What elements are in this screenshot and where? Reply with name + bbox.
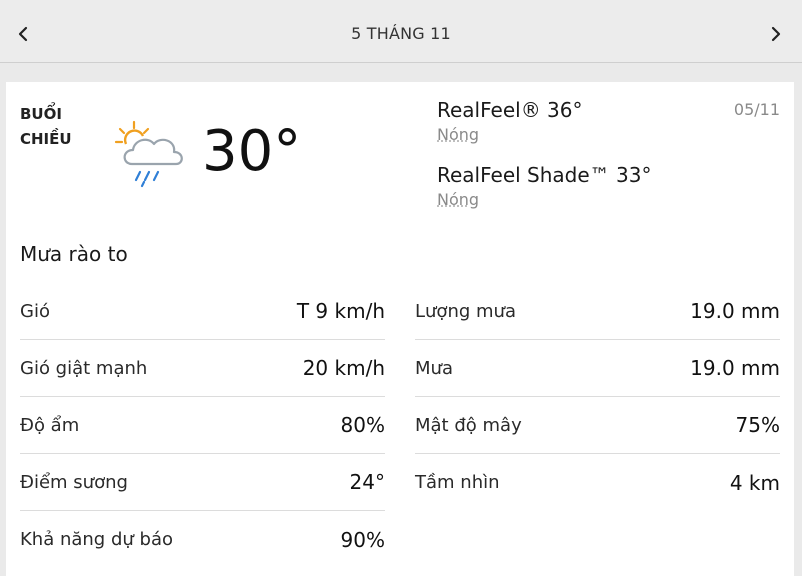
detail-label: Mật độ mây — [415, 414, 522, 436]
date-title: 5 THÁNG 11 — [351, 24, 451, 43]
detail-row-cloud-cover: Mật độ mây 75% — [415, 397, 780, 454]
details-right-column: Lượng mưa 19.0 mm Mưa 19.0 mm Mật độ mây… — [415, 283, 780, 511]
next-day-button[interactable] — [764, 22, 788, 46]
detail-row-forecast-probability: Khả năng dự báo 90% — [20, 511, 385, 568]
realfeel-shade-block: RealFeel Shade™ 33° Nóng — [437, 161, 651, 211]
detail-label: Độ ẩm — [20, 414, 80, 436]
realfeel-shade-value: RealFeel Shade™ 33° — [437, 163, 652, 187]
detail-value: 90% — [340, 527, 385, 552]
details-left-column: Gió T 9 km/h Gió giật mạnh 20 km/h Độ ẩm… — [20, 283, 385, 568]
detail-label: Khả năng dự báo — [20, 529, 173, 550]
detail-label: Gió — [20, 300, 50, 322]
detail-row-dew-point: Điểm sương 24° — [20, 454, 385, 511]
detail-row-precipitation: Lượng mưa 19.0 mm — [415, 283, 780, 340]
short-date: 05/11 — [733, 100, 780, 119]
detail-label: Mưa — [415, 357, 453, 379]
detail-value: T 9 km/h — [296, 299, 385, 323]
current-temperature: 30° — [202, 119, 302, 184]
detail-row-rain: Mưa 19.0 mm — [415, 340, 780, 397]
detail-value: 4 km — [729, 470, 780, 495]
realfeel-shade-description[interactable]: Nóng — [437, 189, 651, 211]
chevron-right-icon — [771, 26, 781, 42]
period-label: BUỔI CHIỀU — [20, 105, 72, 148]
detail-value: 19.0 mm — [690, 299, 780, 323]
detail-row-wind: Gió T 9 km/h — [20, 283, 385, 340]
detail-value: 75% — [735, 413, 780, 437]
detail-row-visibility: Tầm nhìn 4 km — [415, 454, 780, 511]
date-navigation-bar: 5 THÁNG 11 — [0, 0, 802, 63]
detail-label: Điểm sương — [20, 471, 128, 493]
forecast-card: BUỔI CHIỀU 30° RealFeel® 36° Nóng RealFe… — [6, 82, 794, 576]
realfeel-description[interactable]: Nóng — [437, 124, 583, 146]
detail-label: Tầm nhìn — [415, 472, 500, 493]
detail-value: 19.0 mm — [690, 356, 780, 380]
detail-row-wind-gust: Gió giật mạnh 20 km/h — [20, 340, 385, 397]
partly-sunny-rain-icon — [114, 120, 190, 196]
weather-condition: Mưa rào to — [20, 242, 128, 266]
detail-value: 80% — [340, 413, 385, 437]
detail-value: 20 km/h — [302, 356, 385, 380]
detail-row-humidity: Độ ẩm 80% — [20, 397, 385, 454]
realfeel-block: RealFeel® 36° Nóng — [437, 96, 583, 146]
detail-value: 24° — [349, 470, 385, 494]
realfeel-value: RealFeel® 36° — [437, 98, 583, 122]
detail-label: Lượng mưa — [415, 300, 516, 322]
detail-label: Gió giật mạnh — [20, 357, 148, 379]
